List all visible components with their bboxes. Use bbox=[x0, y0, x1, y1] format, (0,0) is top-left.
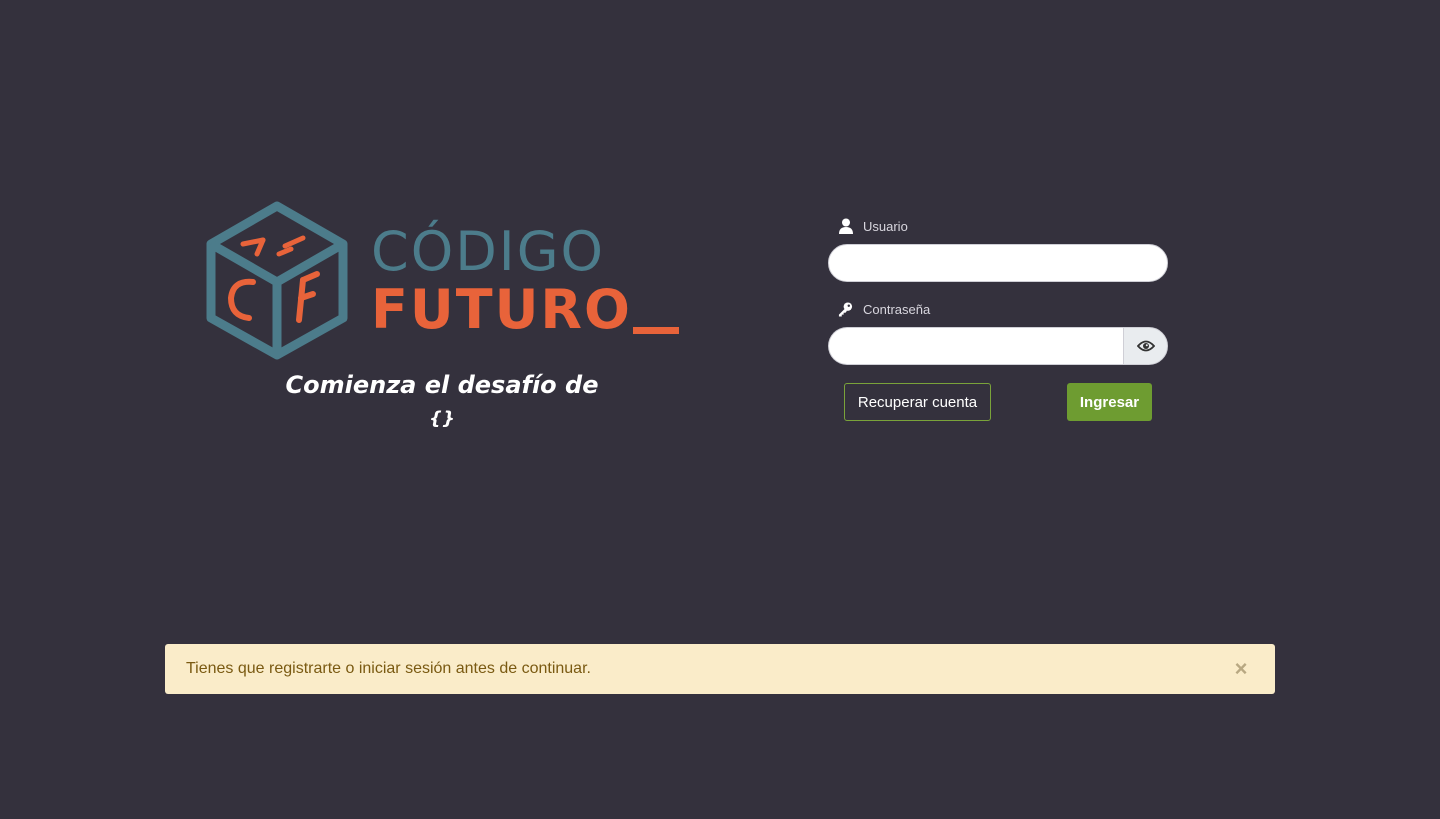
password-label: Contraseña bbox=[828, 297, 1168, 321]
recover-account-button[interactable]: Recuperar cuenta bbox=[844, 383, 991, 421]
password-input[interactable] bbox=[828, 327, 1123, 365]
eye-icon bbox=[1136, 340, 1155, 352]
logo-word-futuro: FUTURO bbox=[371, 278, 632, 341]
login-button[interactable]: Ingresar bbox=[1067, 383, 1152, 421]
password-label-text: Contraseña bbox=[863, 301, 931, 317]
close-icon[interactable]: × bbox=[1229, 656, 1253, 681]
user-icon bbox=[838, 218, 853, 234]
logo-word-codigo: CÓDIGO bbox=[371, 220, 606, 283]
form-actions: Recuperar cuenta Ingresar bbox=[844, 383, 1152, 421]
logo-underscore bbox=[633, 327, 679, 334]
username-input[interactable] bbox=[828, 244, 1168, 282]
cube-logo-icon bbox=[206, 201, 348, 360]
toggle-password-button[interactable] bbox=[1123, 327, 1168, 365]
login-form: Usuario Contraseña bbox=[828, 214, 1168, 365]
tagline-braces: {} bbox=[429, 408, 455, 429]
password-row bbox=[828, 327, 1168, 365]
tagline: Comienza el desafío de bbox=[285, 371, 599, 399]
username-label: Usuario bbox=[828, 214, 1168, 238]
username-label-text: Usuario bbox=[863, 218, 908, 234]
login-page: CÓDIGO FUTURO Comienza el desafío de {} … bbox=[0, 0, 1440, 819]
key-icon bbox=[838, 301, 853, 317]
alert-message: Tienes que registrarte o iniciar sesión … bbox=[186, 660, 591, 677]
alert-banner: Tienes que registrarte o iniciar sesión … bbox=[165, 644, 1275, 694]
codigo-futuro-logo: CÓDIGO FUTURO bbox=[205, 200, 685, 360]
